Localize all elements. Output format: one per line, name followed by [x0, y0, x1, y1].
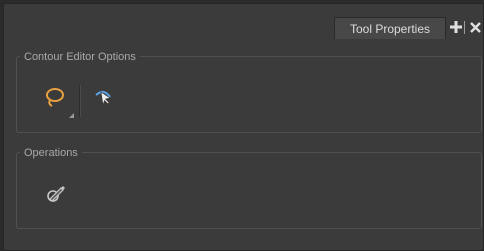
menu-indicator-icon: [69, 113, 74, 118]
contour-editor-options-group: Contour Editor Options: [16, 51, 482, 133]
add-view-button[interactable]: [449, 20, 463, 34]
contour-editor-button[interactable]: [89, 84, 115, 110]
operations-title: Operations: [20, 147, 82, 159]
operations-group: Operations: [16, 147, 482, 229]
pencil-stroke-icon: [47, 186, 65, 202]
tab-tool-properties[interactable]: Tool Properties: [334, 17, 446, 39]
pencil-stroke-button[interactable]: [42, 181, 68, 207]
tool-divider: [79, 85, 81, 117]
lasso-select-button[interactable]: [42, 85, 68, 111]
tab-label: Tool Properties: [349, 21, 431, 36]
tool-properties-panel: Tool Properties Contour Editor Options O…: [3, 3, 484, 251]
panel-tab-bar: Tool Properties: [4, 4, 483, 40]
close-view-button[interactable]: [468, 20, 482, 34]
contour-editor-icon: [95, 91, 111, 106]
tab-button-divider: [464, 21, 465, 34]
contour-editor-options-title: Contour Editor Options: [20, 51, 140, 63]
add-icon: [450, 21, 462, 33]
close-icon: [469, 21, 481, 33]
lasso-select-icon: [46, 88, 64, 107]
